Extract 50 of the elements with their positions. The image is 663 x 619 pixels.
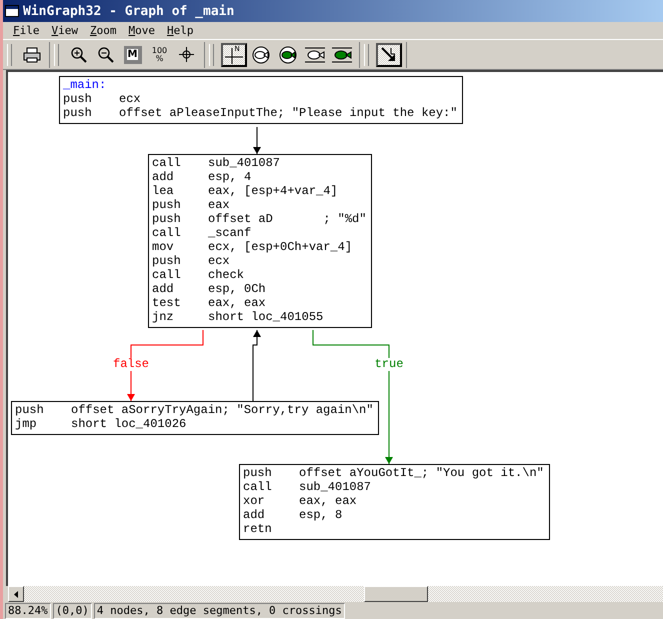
code-line: retn: [243, 522, 273, 536]
menu-item[interactable]: Move: [124, 24, 159, 37]
code-line: call _scanf: [152, 226, 252, 240]
code-line: call sub_401087: [243, 480, 372, 494]
toolbar-button[interactable]: [376, 42, 402, 66]
menu-item[interactable]: Zoom: [86, 24, 120, 37]
status-pane: 4 nodes, 8 edge segments, 0 crossings: [94, 602, 345, 618]
window-icon: [5, 5, 19, 17]
fit-icon: M: [124, 46, 142, 64]
code-line: push ecx: [152, 254, 231, 268]
code-line: add esp, 8: [243, 508, 344, 522]
menu-item[interactable]: View: [48, 24, 82, 37]
left-arrow-icon: [14, 590, 18, 598]
crosshair-icon: [179, 47, 194, 62]
status-pane: (0,0): [52, 602, 92, 618]
code-line: test eax, eax: [152, 296, 267, 310]
code-line: jmp short loc_401026: [15, 417, 188, 431]
code-line: push offset aD ; "%d": [152, 212, 366, 226]
code-line: push offset aPleaseInputThe; "Please input the key:": [63, 106, 458, 120]
horizontal-scrollbar[interactable]: [8, 586, 663, 602]
code-line: push eax: [152, 198, 231, 212]
fish-bars-icon: [332, 46, 352, 62]
function-label: _main:: [63, 78, 108, 92]
code-line: push offset aYouGotIt_; "You got it.\n": [243, 466, 544, 480]
scrollbar-thumb[interactable]: [364, 586, 428, 602]
arrow-down-right-icon: [380, 46, 396, 62]
edge-label: true: [374, 358, 404, 371]
status-pane: 88.24%: [5, 602, 51, 618]
code-line: push ecx: [63, 92, 142, 106]
printer-icon: [22, 46, 40, 62]
zoom-100-icon: 100 %: [152, 46, 168, 62]
code-line: push offset aSorryTryAgain; "Sorry,try again\n": [15, 403, 374, 417]
menu-item[interactable]: Help: [163, 24, 198, 37]
fish-bars-icon: [304, 46, 324, 62]
code-line: lea eax, [esp+4+var_4]: [152, 184, 339, 198]
zoom-in-icon: [70, 46, 88, 64]
fish-circle-icon: [278, 46, 296, 64]
code-line: call check: [152, 268, 246, 282]
zoom-out-icon: [96, 46, 114, 64]
code-line: jnz short loc_401055: [152, 310, 324, 324]
code-line: add esp, 4: [152, 170, 252, 184]
window-title: WinGraph32 - Graph of _main: [23, 4, 234, 18]
code-line: call sub_401087: [152, 156, 282, 170]
code-line: xor eax, eax: [243, 494, 358, 508]
code-line: add esp, 0Ch: [152, 282, 267, 296]
code-line: mov ecx, [esp+0Ch+var_4]: [152, 240, 354, 254]
scroll-left-button[interactable]: [8, 586, 24, 602]
fish-circle-icon: [252, 46, 270, 64]
edge-label: false: [113, 358, 149, 371]
menu-item[interactable]: File: [9, 24, 44, 37]
